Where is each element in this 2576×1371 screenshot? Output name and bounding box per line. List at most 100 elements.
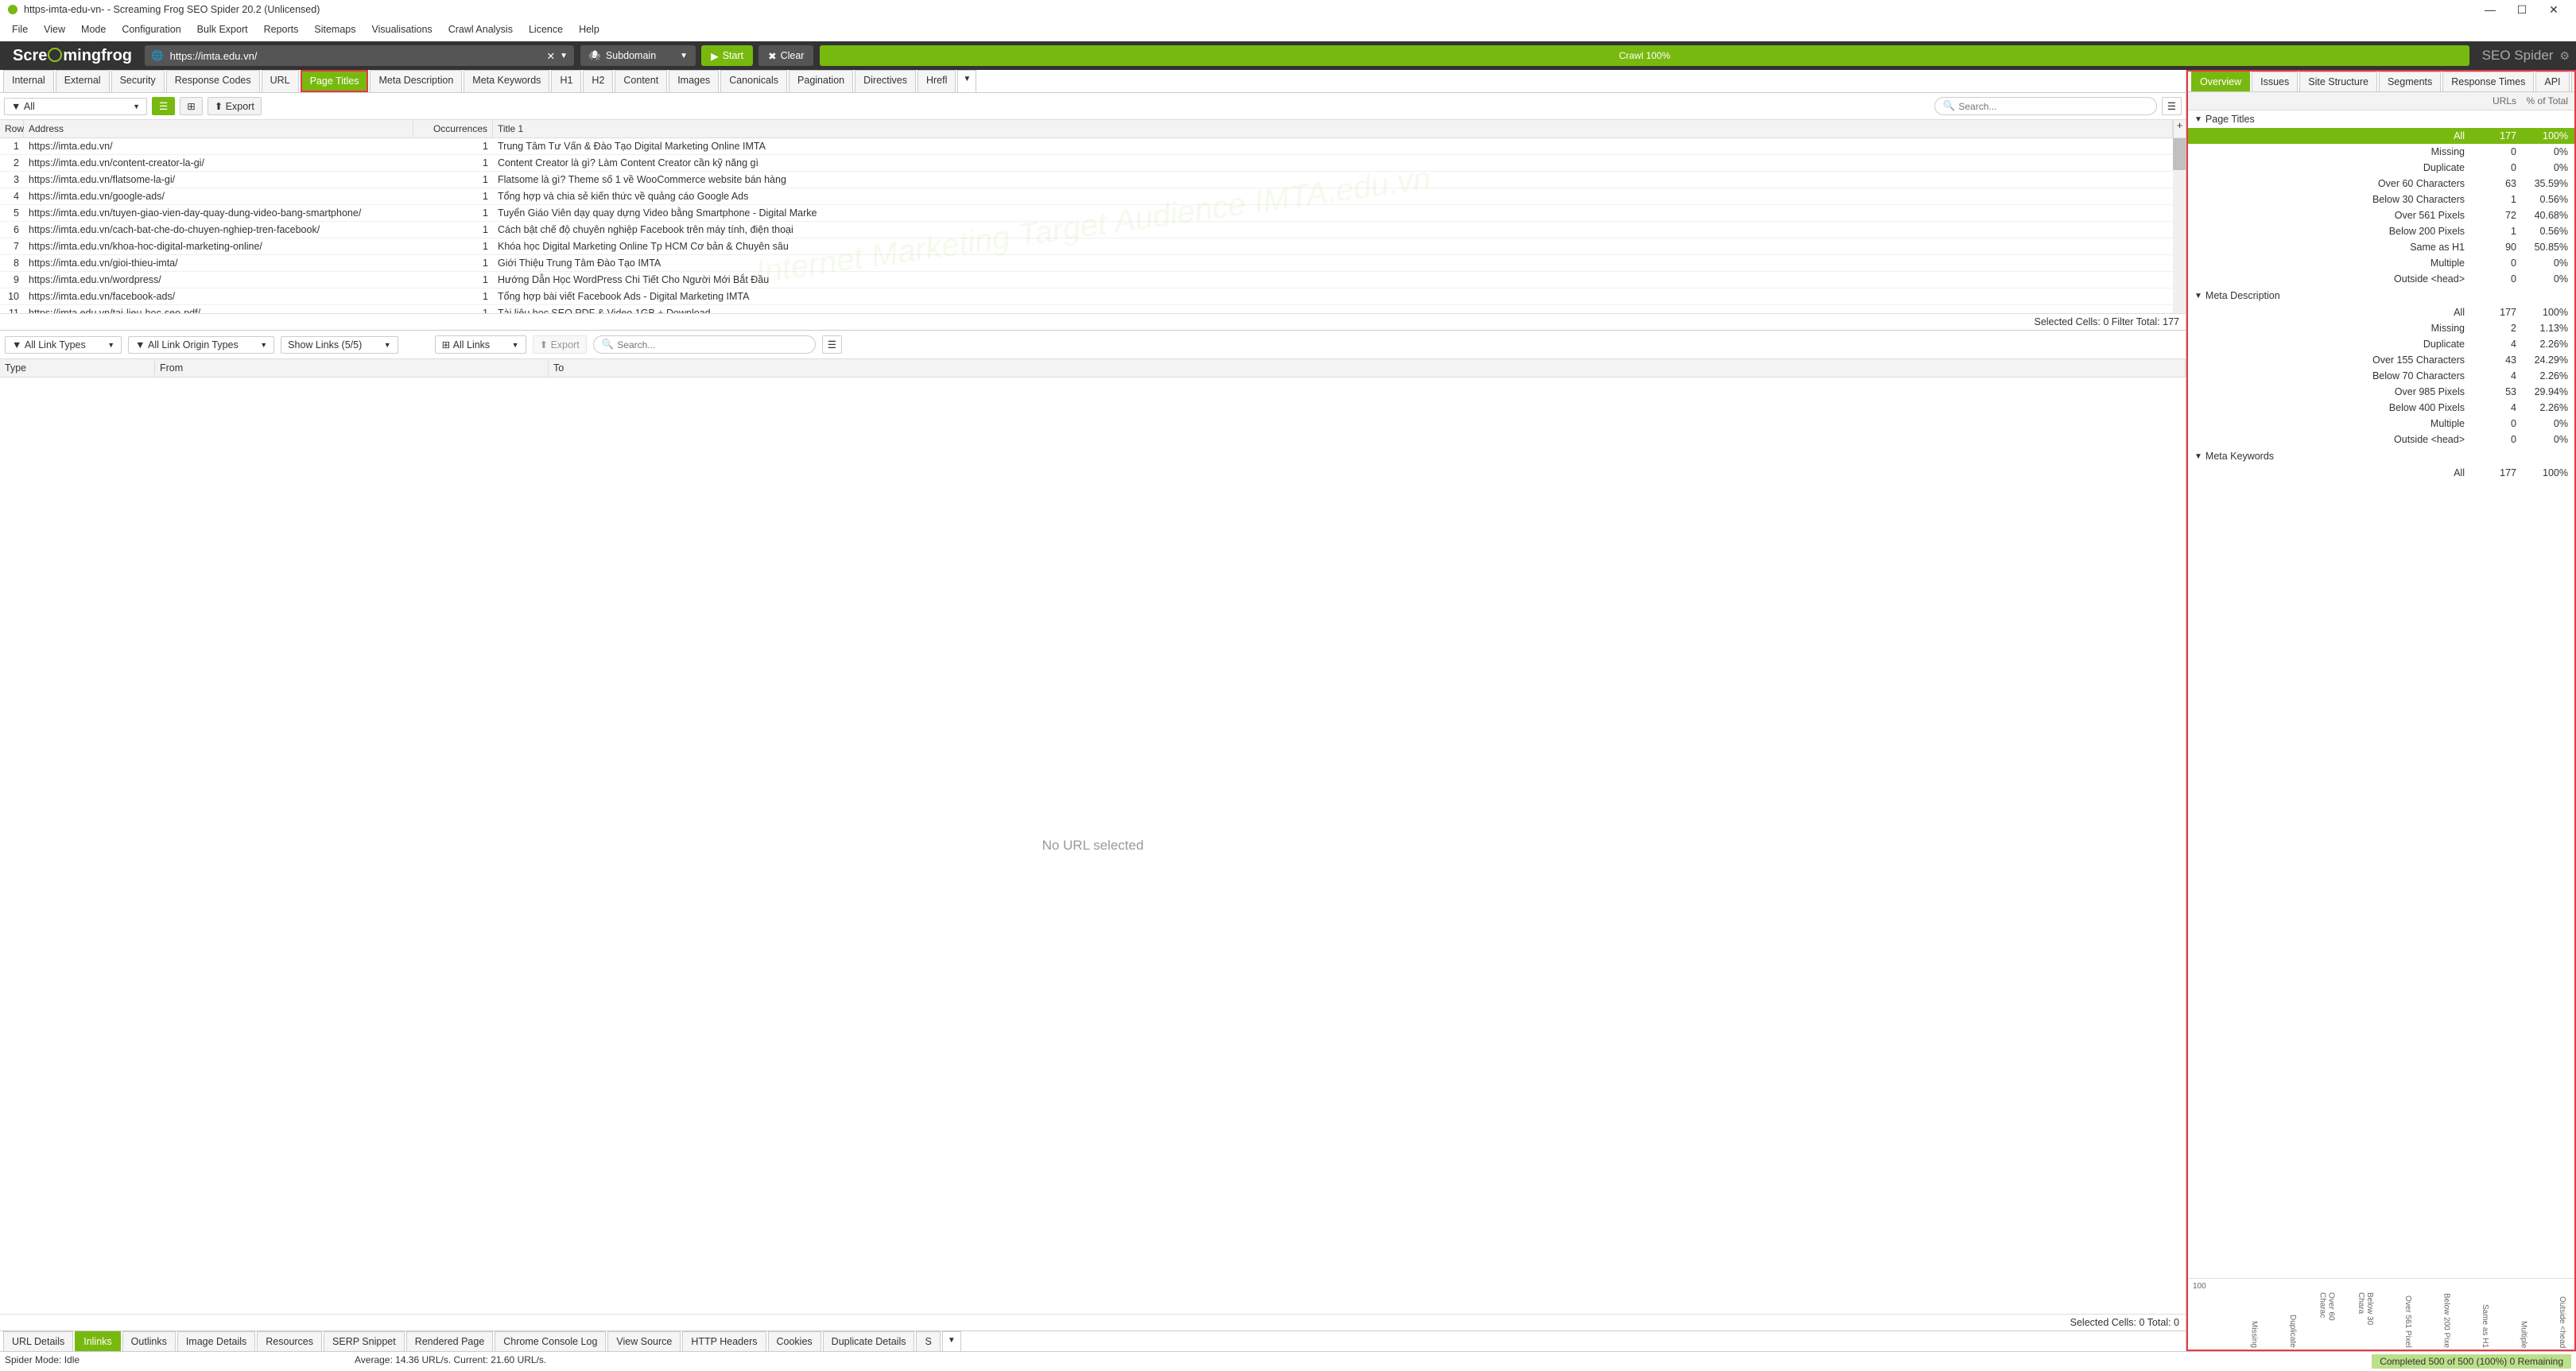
menu-file[interactable]: File <box>5 21 35 38</box>
tab-page-titles[interactable]: Page Titles <box>301 70 369 92</box>
start-button[interactable]: ▶Start <box>701 45 753 66</box>
ov-row[interactable]: Below 200 Pixels10.56% <box>2188 223 2574 239</box>
menu-crawl-analysis[interactable]: Crawl Analysis <box>441 21 520 38</box>
btab-view-source[interactable]: View Source <box>607 1331 681 1351</box>
bottom-tabs-more[interactable]: ▼ <box>942 1331 961 1351</box>
col-type[interactable]: Type <box>0 359 155 377</box>
ov-row[interactable]: All177100% <box>2188 128 2574 144</box>
ov-row[interactable]: Below 30 Characters10.56% <box>2188 192 2574 207</box>
filter-dropdown[interactable]: ▼ All▼ <box>4 98 147 115</box>
all-links-dropdown[interactable]: ⊞ All Links ▼ <box>435 335 526 354</box>
url-text[interactable]: https://imta.edu.vn/ <box>170 50 542 62</box>
ov-row[interactable]: Over 60 Characters6335.59% <box>2188 176 2574 192</box>
table-row[interactable]: 1https://imta.edu.vn/1Trung Tâm Tư Vấn &… <box>0 138 2186 155</box>
rtab-segments[interactable]: Segments <box>2379 72 2441 91</box>
tab-internal[interactable]: Internal <box>3 70 54 92</box>
rtab-response-times[interactable]: Response Times <box>2442 72 2534 91</box>
btab-cookies[interactable]: Cookies <box>768 1331 821 1351</box>
clear-url-icon[interactable]: ✕ <box>547 50 555 62</box>
tab-hrefl[interactable]: Hrefl <box>918 70 956 92</box>
show-links-dropdown[interactable]: Show Links (5/5) ▼ <box>281 336 398 354</box>
clear-button[interactable]: ✖Clear <box>758 45 813 66</box>
btab-rendered-page[interactable]: Rendered Page <box>406 1331 494 1351</box>
add-column-button[interactable]: + <box>2173 120 2186 137</box>
maximize-button[interactable]: ☐ <box>2506 3 2538 17</box>
ov-row[interactable]: All177100% <box>2188 304 2574 320</box>
table-row[interactable]: 8https://imta.edu.vn/gioi-thieu-imta/1Gi… <box>0 255 2186 272</box>
ov-row[interactable]: Over 155 Characters4324.29% <box>2188 352 2574 368</box>
btab-s[interactable]: S <box>916 1331 940 1351</box>
menu-mode[interactable]: Mode <box>74 21 113 38</box>
detail-search-input[interactable] <box>617 339 806 350</box>
ov-row[interactable]: Same as H19050.85% <box>2188 239 2574 255</box>
tree-view-button[interactable]: ⊞ <box>180 97 202 115</box>
menu-view[interactable]: View <box>37 21 72 38</box>
search-options-button[interactable]: ☰ <box>2162 97 2182 115</box>
menu-licence[interactable]: Licence <box>522 21 570 38</box>
col-occurrences[interactable]: Occurrences <box>413 120 493 137</box>
table-row[interactable]: 2https://imta.edu.vn/content-creator-la-… <box>0 155 2186 172</box>
ov-row[interactable]: Missing21.13% <box>2188 320 2574 336</box>
menu-help[interactable]: Help <box>572 21 607 38</box>
left-tabs-more[interactable]: ▼ <box>957 70 976 92</box>
minimize-button[interactable]: — <box>2474 3 2506 16</box>
ov-section-page-titles[interactable]: ▼Page Titles <box>2188 110 2574 128</box>
search-box[interactable]: 🔍 <box>1934 97 2157 115</box>
search-input[interactable] <box>1958 101 2147 112</box>
ov-row[interactable]: All177100% <box>2188 465 2574 481</box>
menu-bulk-export[interactable]: Bulk Export <box>190 21 255 38</box>
btab-chrome-console-log[interactable]: Chrome Console Log <box>495 1331 606 1351</box>
table-row[interactable]: 11https://imta.edu.vn/tai-lieu-hoc-seo-p… <box>0 305 2186 313</box>
tab-meta-description[interactable]: Meta Description <box>370 70 462 92</box>
table-row[interactable]: 5https://imta.edu.vn/tuyen-giao-vien-day… <box>0 205 2186 222</box>
ov-row[interactable]: Over 561 Pixels7240.68% <box>2188 207 2574 223</box>
ov-row[interactable]: Below 400 Pixels42.26% <box>2188 400 2574 416</box>
crawl-mode-dropdown[interactable]: 🕷 Subdomain ▼ <box>580 45 696 66</box>
ov-row[interactable]: Over 985 Pixels5329.94% <box>2188 384 2574 400</box>
overview-body[interactable]: ▼Page TitlesAll177100%Missing00%Duplicat… <box>2188 110 2574 1278</box>
btab-inlinks[interactable]: Inlinks <box>75 1331 120 1351</box>
tab-security[interactable]: Security <box>111 70 165 92</box>
table-row[interactable]: 9https://imta.edu.vn/wordpress/1Hướng Dẫ… <box>0 272 2186 289</box>
tab-h2[interactable]: H2 <box>583 70 613 92</box>
tab-external[interactable]: External <box>56 70 110 92</box>
menu-configuration[interactable]: Configuration <box>114 21 188 38</box>
ov-row[interactable]: Outside <head>00% <box>2188 271 2574 287</box>
tab-canonicals[interactable]: Canonicals <box>720 70 787 92</box>
col-title1[interactable]: Title 1 <box>493 120 2173 137</box>
btab-image-details[interactable]: Image Details <box>177 1331 255 1351</box>
table-row[interactable]: 4https://imta.edu.vn/google-ads/1Tổng hợ… <box>0 188 2186 205</box>
ov-section-meta-description[interactable]: ▼Meta Description <box>2188 287 2574 304</box>
col-from[interactable]: From <box>155 359 549 377</box>
menu-sitemaps[interactable]: Sitemaps <box>307 21 363 38</box>
btab-url-details[interactable]: URL Details <box>3 1331 73 1351</box>
btab-duplicate-details[interactable]: Duplicate Details <box>823 1331 915 1351</box>
col-address[interactable]: Address <box>24 120 413 137</box>
gear-icon[interactable]: ⚙ <box>2559 49 2570 63</box>
btab-http-headers[interactable]: HTTP Headers <box>682 1331 766 1351</box>
url-input-box[interactable]: 🌐 https://imta.edu.vn/ ✕ ▼ <box>145 45 574 66</box>
ov-row[interactable]: Missing00% <box>2188 144 2574 160</box>
close-button[interactable]: ✕ <box>2538 3 2570 17</box>
scrollbar-vertical[interactable] <box>2173 138 2186 313</box>
tab-directives[interactable]: Directives <box>855 70 916 92</box>
tab-images[interactable]: Images <box>669 70 719 92</box>
rtab-issues[interactable]: Issues <box>2252 72 2298 91</box>
url-dropdown-icon[interactable]: ▼ <box>560 52 568 60</box>
detail-search-options[interactable]: ☰ <box>822 335 842 354</box>
btab-serp-snippet[interactable]: SERP Snippet <box>324 1331 405 1351</box>
detail-search-box[interactable]: 🔍 <box>593 335 816 354</box>
ov-row[interactable]: Duplicate00% <box>2188 160 2574 176</box>
scrollbar-thumb[interactable] <box>2173 138 2186 170</box>
tab-content[interactable]: Content <box>615 70 667 92</box>
rtab-overview[interactable]: Overview <box>2191 72 2250 91</box>
grid-body[interactable]: Internet Marketing Target Audience IMTA.… <box>0 138 2186 313</box>
btab-resources[interactable]: Resources <box>257 1331 322 1351</box>
list-view-button[interactable]: ☰ <box>152 97 175 115</box>
btab-outlinks[interactable]: Outlinks <box>122 1331 176 1351</box>
menu-visualisations[interactable]: Visualisations <box>364 21 439 38</box>
table-row[interactable]: 3https://imta.edu.vn/flatsome-la-gi/1Fla… <box>0 172 2186 188</box>
tab-meta-keywords[interactable]: Meta Keywords <box>464 70 549 92</box>
rtab-site-structure[interactable]: Site Structure <box>2299 72 2377 91</box>
link-types-dropdown[interactable]: ▼ All Link Types ▼ <box>5 336 122 354</box>
